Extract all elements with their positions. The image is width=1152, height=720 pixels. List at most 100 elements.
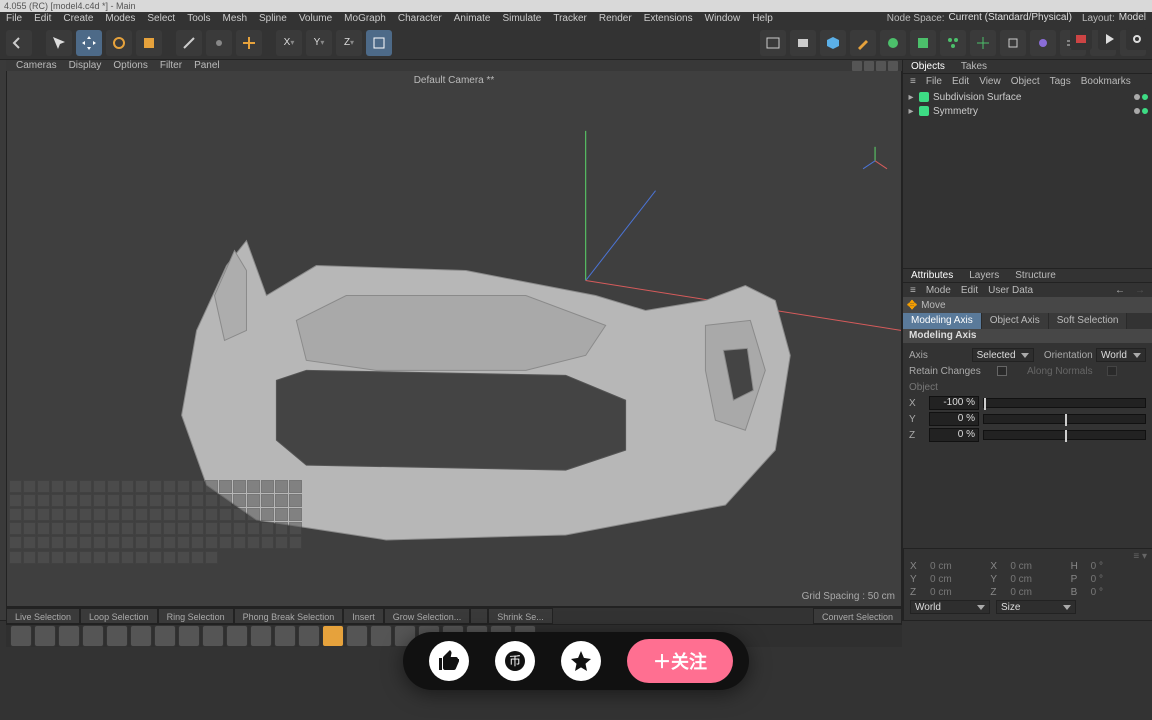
op-menu-icon[interactable]: ≡ [905, 76, 921, 87]
op-edit[interactable]: Edit [947, 76, 974, 87]
brush-thumb[interactable] [274, 625, 296, 647]
menu-file[interactable]: File [0, 12, 28, 26]
brush-thumb[interactable] [250, 625, 272, 647]
render-view-icon[interactable] [760, 30, 786, 56]
op-object[interactable]: Object [1006, 76, 1045, 87]
tab-convert-selection[interactable]: Convert Selection [813, 608, 902, 624]
y-slider[interactable] [983, 414, 1146, 424]
like-icon[interactable] [429, 641, 469, 681]
axis-lock-icon[interactable] [176, 30, 202, 56]
retain-changes-checkbox[interactable] [997, 366, 1007, 376]
cube-primitive-icon[interactable] [820, 30, 846, 56]
brush-thumb[interactable] [346, 625, 368, 647]
y-axis-icon[interactable]: Y▾ [306, 30, 332, 56]
brush-thumb[interactable] [34, 625, 56, 647]
vp-display[interactable]: Display [63, 60, 108, 71]
render-settings-icon[interactable] [790, 30, 816, 56]
object-row-symmetry[interactable]: ▸ Symmetry [907, 104, 1148, 118]
tab-objects[interactable]: Objects [903, 60, 953, 73]
tab-grow-selection[interactable]: Grow Selection... [384, 608, 471, 624]
along-normals-checkbox[interactable] [1107, 366, 1117, 376]
attr-menu-icon[interactable]: ≡ [905, 285, 921, 296]
move-tool-icon[interactable] [76, 30, 102, 56]
record-icon[interactable] [1070, 28, 1092, 50]
vp-options[interactable]: Options [107, 60, 153, 71]
world-axis-icon[interactable] [366, 30, 392, 56]
tab-takes[interactable]: Takes [953, 60, 995, 73]
brush-thumb[interactable] [298, 625, 320, 647]
attr-edit[interactable]: Edit [956, 285, 983, 296]
x-slider[interactable] [983, 398, 1146, 408]
orientation-dropdown[interactable]: World [1096, 348, 1146, 362]
tab-attributes[interactable]: Attributes [903, 269, 961, 282]
subtab-soft-selection[interactable]: Soft Selection [1049, 313, 1128, 329]
menu-mograph[interactable]: MoGraph [338, 12, 392, 26]
add-icon[interactable] [236, 30, 262, 56]
generator-icon[interactable] [880, 30, 906, 56]
attr-back-icon[interactable]: ← [1110, 285, 1130, 296]
menu-spline[interactable]: Spline [253, 12, 293, 26]
attr-mode[interactable]: Mode [921, 285, 956, 296]
brush-thumb[interactable] [226, 625, 248, 647]
vp-nav-zoom-icon[interactable] [864, 61, 874, 71]
menu-character[interactable]: Character [392, 12, 448, 26]
soft-select-icon[interactable] [206, 30, 232, 56]
vp-filter[interactable]: Filter [154, 60, 188, 71]
menu-extensions[interactable]: Extensions [638, 12, 699, 26]
menu-modes[interactable]: Modes [99, 12, 141, 26]
tab-extra-1[interactable] [470, 608, 488, 624]
axis-dropdown[interactable]: Selected [972, 348, 1034, 362]
object-tree[interactable]: ▸ Subdivision Surface ▸ Symmetry [903, 88, 1152, 268]
mograph-icon[interactable] [940, 30, 966, 56]
layout-value[interactable]: Model [1119, 12, 1152, 26]
vp-layout-icon[interactable] [888, 61, 898, 71]
menu-mesh[interactable]: Mesh [217, 12, 253, 26]
size-x-value[interactable]: 0 cm [1010, 561, 1066, 572]
tab-phong-break[interactable]: Phong Break Selection [234, 608, 344, 624]
brush-thumb[interactable] [10, 625, 32, 647]
rot-b-value[interactable]: 0 ° [1091, 587, 1147, 598]
menu-edit[interactable]: Edit [28, 12, 57, 26]
field-icon[interactable] [970, 30, 996, 56]
rot-h-value[interactable]: 0 ° [1091, 561, 1147, 572]
brush-thumb[interactable] [370, 625, 392, 647]
brush-thumb[interactable] [58, 625, 80, 647]
menu-select[interactable]: Select [141, 12, 181, 26]
node-space-value[interactable]: Current (Standard/Physical) [949, 12, 1078, 26]
pos-x-value[interactable]: 0 cm [930, 561, 986, 572]
brush-thumb[interactable] [154, 625, 176, 647]
vp-panel[interactable]: Panel [188, 60, 226, 71]
attr-userdata[interactable]: User Data [983, 285, 1038, 296]
coord-space-dropdown[interactable]: World [910, 600, 990, 614]
play-icon[interactable] [1098, 28, 1120, 50]
subtab-modeling-axis[interactable]: Modeling Axis [903, 313, 982, 329]
undo-icon[interactable] [6, 30, 32, 56]
brush-thumb[interactable] [130, 625, 152, 647]
tab-live-selection[interactable]: Live Selection [6, 608, 80, 624]
snap-icon[interactable] [1000, 30, 1026, 56]
vp-nav-rotate-icon[interactable] [876, 61, 886, 71]
rot-p-value[interactable]: 0 ° [1091, 574, 1147, 585]
rotate-tool-icon[interactable] [106, 30, 132, 56]
menu-tools[interactable]: Tools [181, 12, 216, 26]
gear-icon[interactable] [1126, 28, 1148, 50]
scale-tool-icon[interactable] [136, 30, 162, 56]
op-tags[interactable]: Tags [1045, 76, 1076, 87]
tab-shrink-selection[interactable]: Shrink Se... [488, 608, 553, 624]
x-value-input[interactable]: -100 % [929, 396, 979, 410]
coord-size-dropdown[interactable]: Size [996, 600, 1076, 614]
brush-thumb[interactable] [106, 625, 128, 647]
size-z-value[interactable]: 0 cm [1010, 587, 1066, 598]
brush-thumb[interactable] [82, 625, 104, 647]
menu-help[interactable]: Help [746, 12, 779, 26]
brush-thumb-selected[interactable] [322, 625, 344, 647]
brush-thumb[interactable] [178, 625, 200, 647]
menu-animate[interactable]: Animate [448, 12, 497, 26]
z-slider[interactable] [983, 430, 1146, 440]
perspective-viewport[interactable]: Default Camera ** [6, 71, 902, 607]
subtab-object-axis[interactable]: Object Axis [982, 313, 1049, 329]
object-row-subdivision[interactable]: ▸ Subdivision Surface [907, 90, 1148, 104]
size-y-value[interactable]: 0 cm [1010, 574, 1066, 585]
op-file[interactable]: File [921, 76, 947, 87]
menu-create[interactable]: Create [57, 12, 99, 26]
